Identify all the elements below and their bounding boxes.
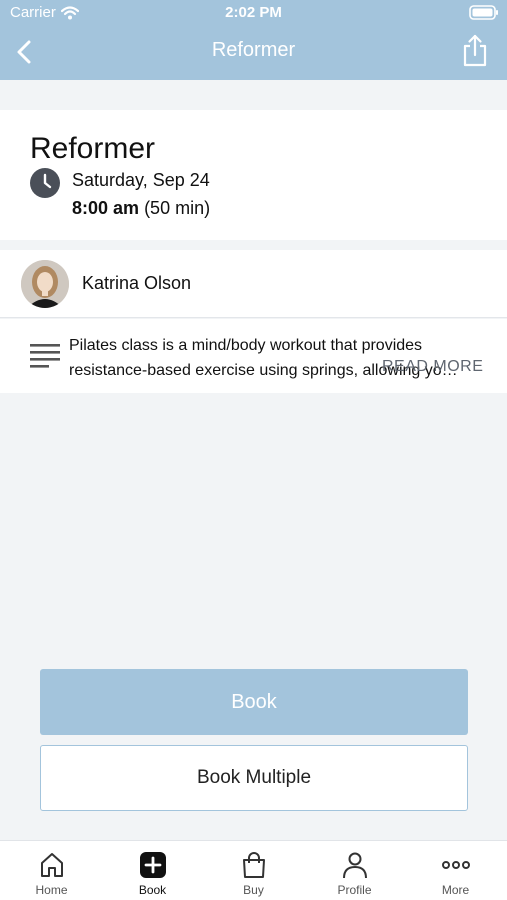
read-more-link[interactable]: READ MORE — [382, 358, 483, 376]
tab-label: Book — [138, 883, 167, 897]
status-time: 2:02 PM — [225, 4, 282, 21]
instructor-name: Katrina Olson — [82, 273, 192, 293]
tab-profile[interactable]: Profile — [304, 841, 405, 900]
tab-book[interactable]: Book — [102, 841, 203, 900]
tab-more[interactable]: More — [405, 841, 506, 900]
tab-label: Buy — [243, 883, 264, 897]
class-start-time: 8:00 am — [72, 198, 140, 218]
battery-icon — [469, 5, 499, 24]
more-dots-icon — [441, 861, 470, 869]
book-button[interactable]: Book — [40, 669, 468, 735]
tab-label: Home — [35, 883, 68, 897]
share-icon — [463, 34, 487, 67]
header: Carrier 2:02 PM Reformer — [0, 0, 507, 80]
class-info-card: Reformer Saturday, Sep 24 8:00 am (50 mi… — [0, 110, 507, 240]
avatar — [21, 260, 69, 308]
tab-label: Profile — [337, 883, 372, 897]
shopping-bag-icon — [242, 852, 265, 878]
book-multiple-button[interactable]: Book Multiple — [40, 745, 468, 811]
class-time: 8:00 am (50 min) — [72, 198, 210, 219]
tab-home[interactable]: Home — [1, 841, 102, 900]
page-title: Reformer — [211, 39, 296, 61]
instructor-row[interactable]: Katrina Olson — [0, 250, 507, 318]
book-plus-icon — [139, 852, 166, 878]
class-name: Reformer — [30, 132, 156, 165]
home-icon — [40, 853, 63, 877]
status-bar: Carrier 2:02 PM — [0, 0, 507, 26]
person-icon — [342, 852, 367, 879]
tab-label: More — [441, 883, 470, 897]
clock-icon — [30, 168, 60, 198]
tab-bar: Home Book Buy Profile More — [0, 840, 507, 900]
share-button[interactable] — [461, 34, 489, 68]
tab-buy[interactable]: Buy — [203, 841, 304, 900]
text-lines-icon — [30, 344, 60, 368]
description-card: Pilates class is a mind/body workout tha… — [0, 319, 507, 393]
class-date: Saturday, Sep 24 — [72, 170, 210, 190]
class-duration: (50 min) — [144, 198, 211, 218]
